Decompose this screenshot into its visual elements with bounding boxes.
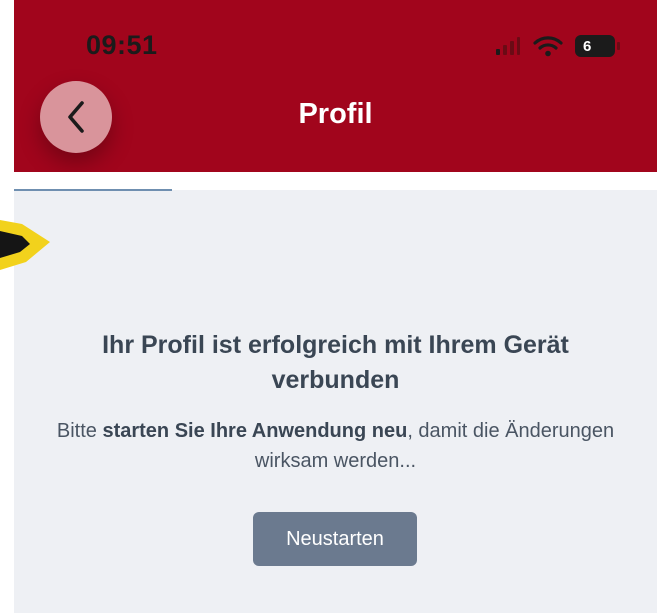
app-header: 09:51 6 Profil (14, 0, 657, 172)
restart-instructions: Bitte starten Sie Ihre Anwendung neu, da… (54, 416, 617, 476)
status-time: 09:51 (86, 30, 158, 60)
content-area: Ihr Profil ist erfolgreich mit Ihrem Ger… (14, 190, 657, 613)
page-title: Profil (298, 98, 373, 130)
status-icons: 6 (495, 32, 620, 60)
restart-button[interactable]: Neustarten (253, 512, 417, 566)
success-headline: Ihr Profil ist erfolgreich mit Ihrem Ger… (102, 331, 569, 394)
battery-indicator: 6 (575, 35, 620, 57)
annotation-arrow-marker (0, 220, 50, 270)
wifi-icon (533, 36, 563, 57)
body-bold: starten Sie Ihre Anwendung neu (102, 420, 408, 442)
app-screen: 09:51 6 Profil Ihr Profil ist erfolgreic… (14, 0, 657, 613)
tab-bar (14, 172, 657, 191)
body-prefix: Bitte (56, 420, 103, 442)
cellular-signal-icon (496, 37, 520, 55)
battery-level: 6 (583, 37, 592, 55)
